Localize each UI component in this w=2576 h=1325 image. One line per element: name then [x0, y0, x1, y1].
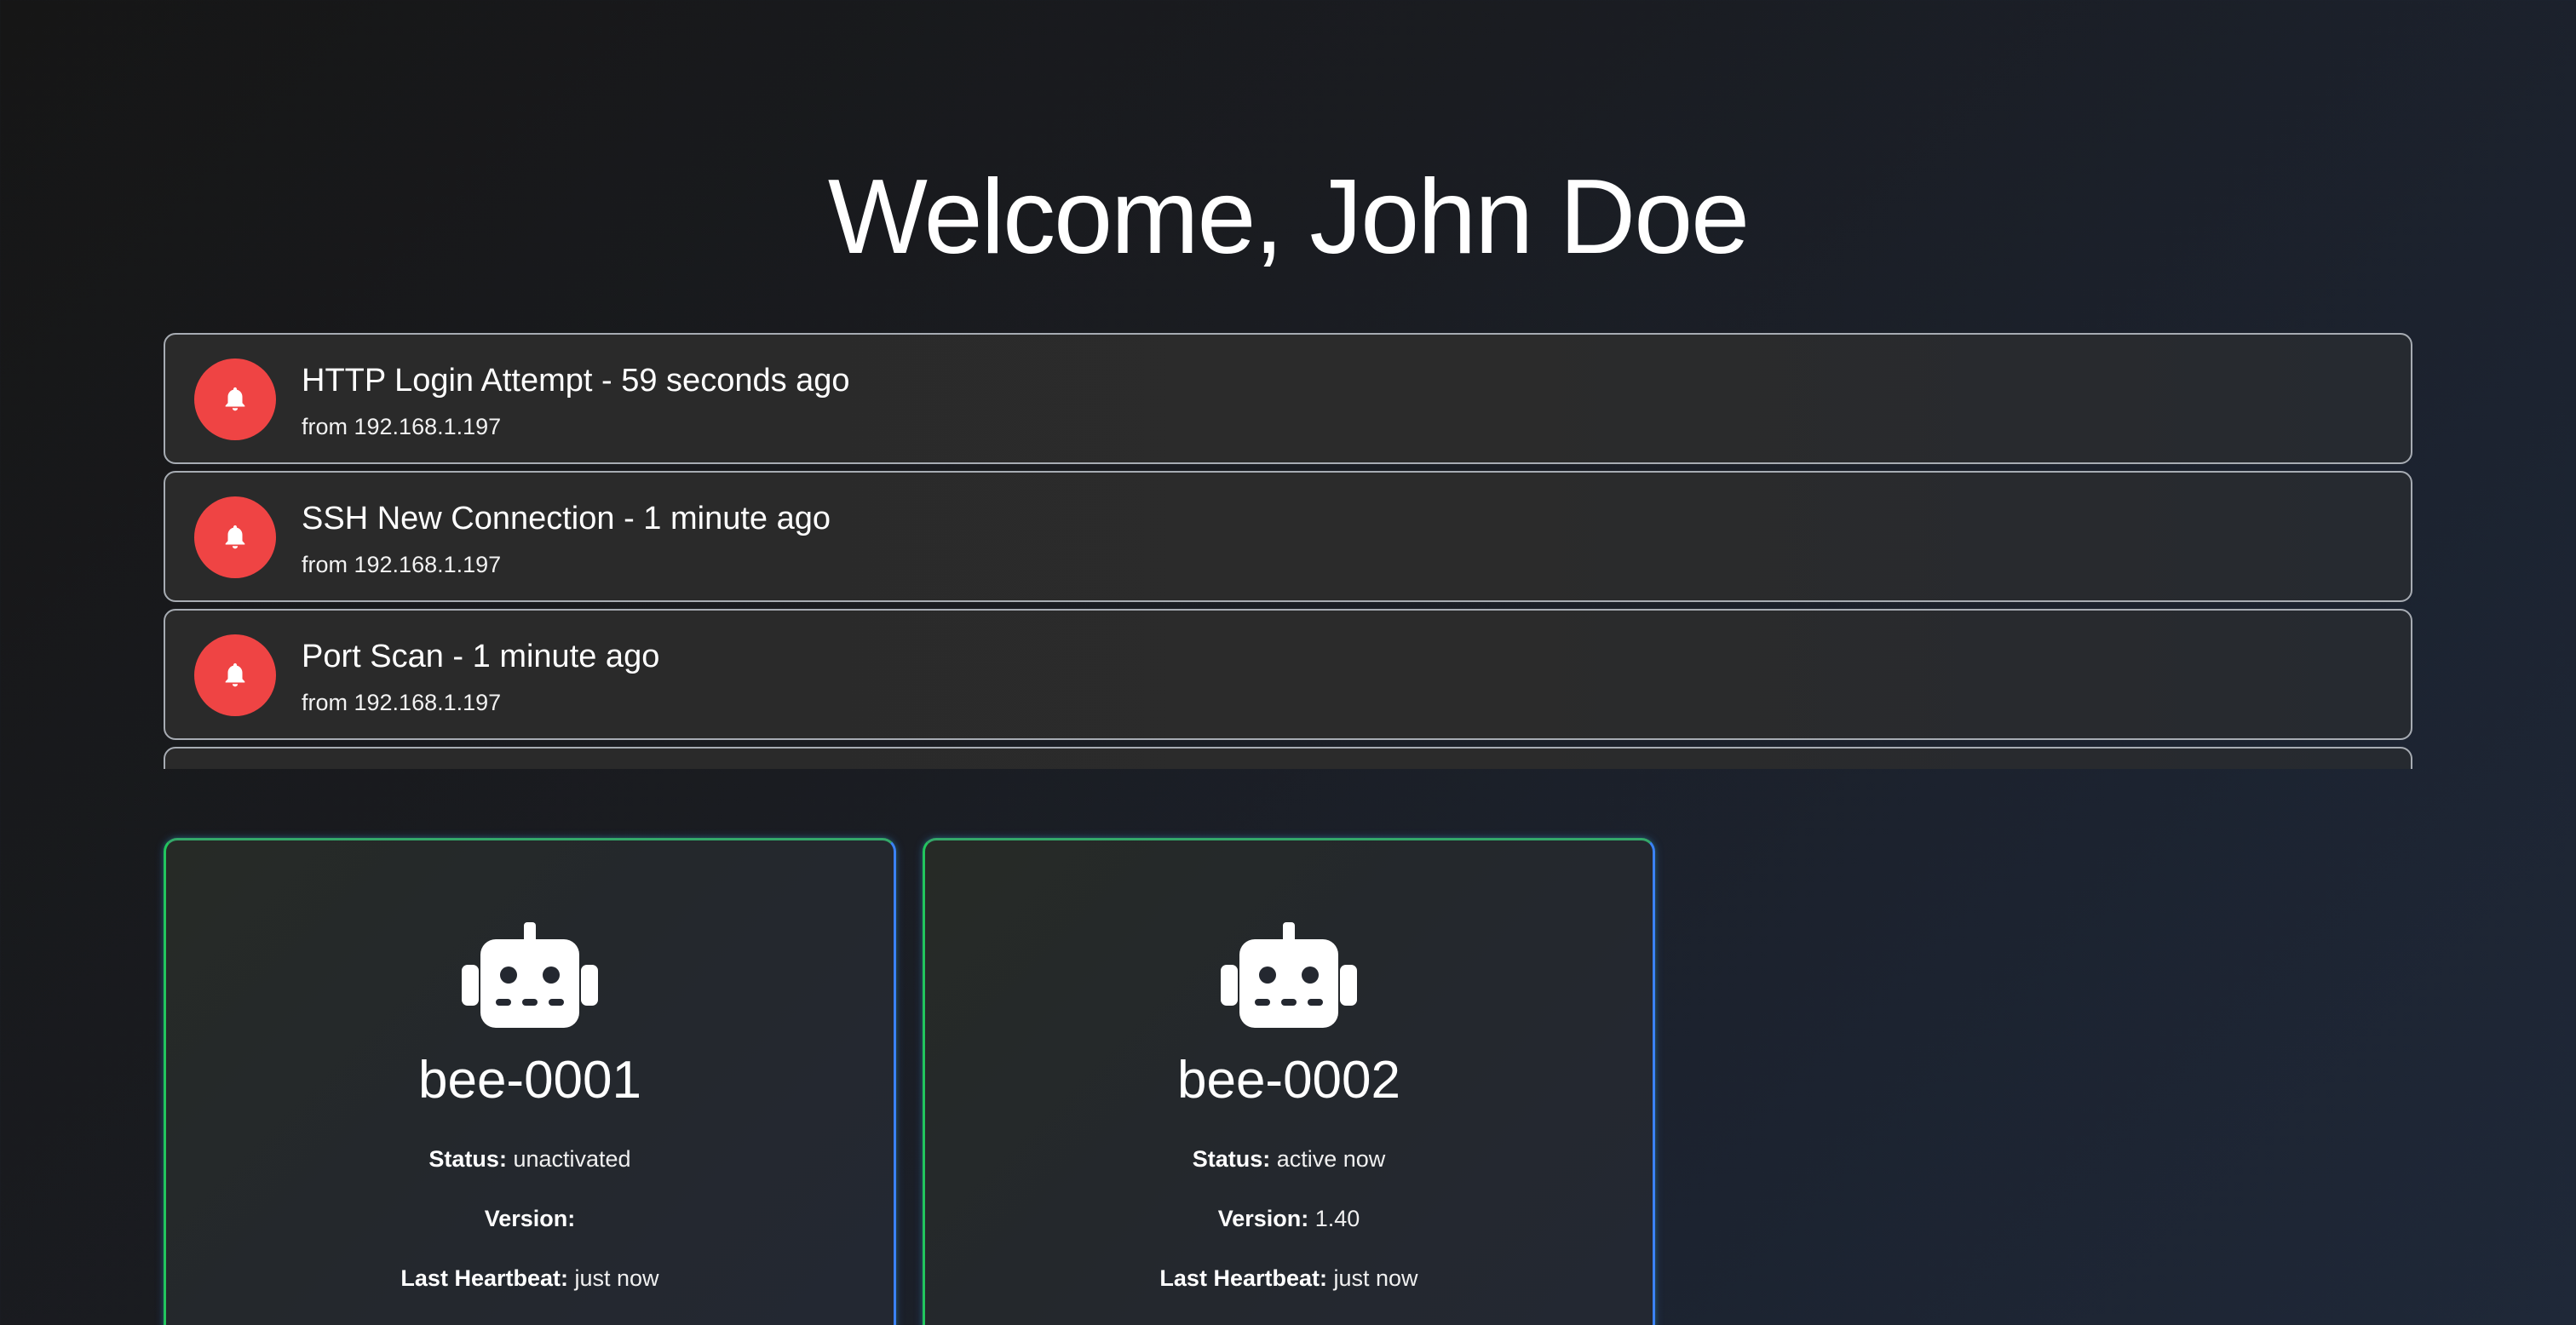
agent-heartbeat: Last Heartbeat: just now	[166, 1263, 894, 1293]
alert-source: from 192.168.1.197	[302, 552, 502, 577]
alert-title: Port Scan - 1 minute ago	[302, 639, 660, 674]
alert-source: from 192.168.1.197	[302, 414, 502, 439]
alert-item-partial[interactable]	[164, 747, 2412, 769]
bell-icon	[194, 496, 276, 578]
status-label: Status:	[428, 1146, 507, 1172]
status-value: active now	[1276, 1146, 1386, 1172]
heartbeat-value: just now	[574, 1265, 659, 1291]
alerts-list[interactable]: HTTP Login Attempt - 59 seconds ago from…	[164, 333, 2412, 769]
alert-item[interactable]: SSH New Connection - 1 minute ago from 1…	[164, 471, 2412, 602]
agent-name: bee-0001	[417, 1051, 642, 1110]
heartbeat-label: Last Heartbeat:	[400, 1265, 568, 1291]
bell-icon	[194, 358, 276, 440]
alert-item[interactable]: HTTP Login Attempt - 59 seconds ago from…	[164, 333, 2412, 464]
status-label: Status:	[1192, 1146, 1271, 1172]
agent-status: Status: active now	[925, 1144, 1653, 1174]
page-title: Welcome, John Doe	[827, 158, 1750, 276]
agent-card[interactable]: bee-0001 Status: unactivated Version: La…	[164, 838, 896, 1325]
status-value: unactivated	[513, 1146, 631, 1172]
heartbeat-value: just now	[1333, 1265, 1418, 1291]
heartbeat-label: Last Heartbeat:	[1159, 1265, 1327, 1291]
agent-heartbeat: Last Heartbeat: just now	[925, 1263, 1653, 1293]
agent-version: Version: 1.40	[925, 1203, 1653, 1234]
agent-card[interactable]: bee-0002 Status: active now Version: 1.4…	[923, 838, 1655, 1325]
alert-title: SSH New Connection - 1 minute ago	[302, 501, 831, 536]
agent-name: bee-0002	[1176, 1051, 1401, 1110]
version-label: Version:	[484, 1206, 576, 1231]
bell-icon	[194, 634, 276, 716]
alert-title: HTTP Login Attempt - 59 seconds ago	[302, 363, 850, 399]
agent-status: Status: unactivated	[166, 1144, 894, 1174]
version-label: Version:	[1217, 1206, 1309, 1231]
agent-version: Version:	[166, 1203, 894, 1234]
alert-source: from 192.168.1.197	[302, 690, 502, 715]
robot-icon	[462, 922, 598, 1028]
alert-item[interactable]: Port Scan - 1 minute ago from 192.168.1.…	[164, 609, 2412, 740]
version-value: 1.40	[1314, 1206, 1360, 1231]
robot-icon	[1221, 922, 1357, 1028]
